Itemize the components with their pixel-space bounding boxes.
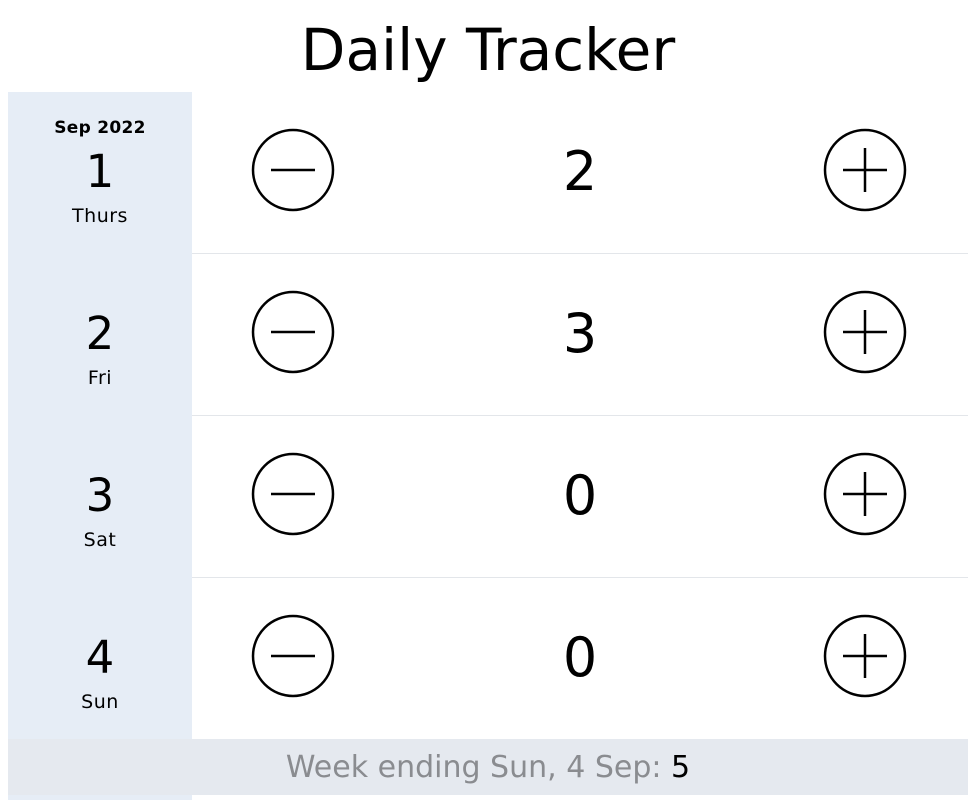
increment-button[interactable] <box>823 452 907 536</box>
plus-circle-icon <box>823 614 907 698</box>
decrement-button[interactable] <box>251 452 335 536</box>
date-cell: 2 Fri <box>8 254 192 416</box>
week-summary-label: Week ending Sun, 4 Sep: <box>285 750 672 785</box>
page-title: Daily Tracker <box>300 16 676 84</box>
weekday-label: Thurs <box>72 205 128 227</box>
weekday-label: Fri <box>87 367 113 389</box>
increment-button[interactable] <box>823 128 907 212</box>
plus-circle-icon <box>823 290 907 374</box>
plus-circle-icon <box>823 452 907 536</box>
day-number: 2 <box>85 307 115 360</box>
week-total: 5 <box>671 750 691 785</box>
date-cell: 4 Sun <box>8 578 192 740</box>
tracker-row: Sep 2022 1 Thurs 2 <box>8 92 968 254</box>
minus-circle-icon <box>251 128 335 212</box>
tracker-row: 3 Sat 0 <box>8 416 968 578</box>
minus-circle-icon <box>251 614 335 698</box>
day-number: 4 <box>85 631 115 684</box>
tracker-row: 4 Sun 0 <box>8 578 968 740</box>
count-value: 0 <box>562 626 598 689</box>
count-value: 3 <box>562 302 598 365</box>
decrement-button[interactable] <box>251 290 335 374</box>
increment-button[interactable] <box>823 614 907 698</box>
tracker-list: Sep 2022 1 Thurs 2 2 Fri 3 3 Sat 0 4 Sun… <box>8 92 968 740</box>
weekday-label: Sat <box>83 529 117 551</box>
day-number: 3 <box>85 469 115 522</box>
day-number: 1 <box>85 145 115 198</box>
date-cell: Sep 2022 1 Thurs <box>8 92 192 254</box>
tracker-row: 2 Fri 3 <box>8 254 968 416</box>
decrement-button[interactable] <box>251 128 335 212</box>
date-cell: 3 Sat <box>8 416 192 578</box>
decrement-button[interactable] <box>251 614 335 698</box>
minus-circle-icon <box>251 290 335 374</box>
month-label: Sep 2022 <box>54 118 146 138</box>
next-date-cell-edge <box>8 795 192 800</box>
weekday-label: Sun <box>81 691 119 713</box>
plus-circle-icon <box>823 128 907 212</box>
count-value: 2 <box>562 140 598 203</box>
week-summary: Week ending Sun, 4 Sep: 5 <box>8 739 968 795</box>
increment-button[interactable] <box>823 290 907 374</box>
count-value: 0 <box>562 464 598 527</box>
minus-circle-icon <box>251 452 335 536</box>
